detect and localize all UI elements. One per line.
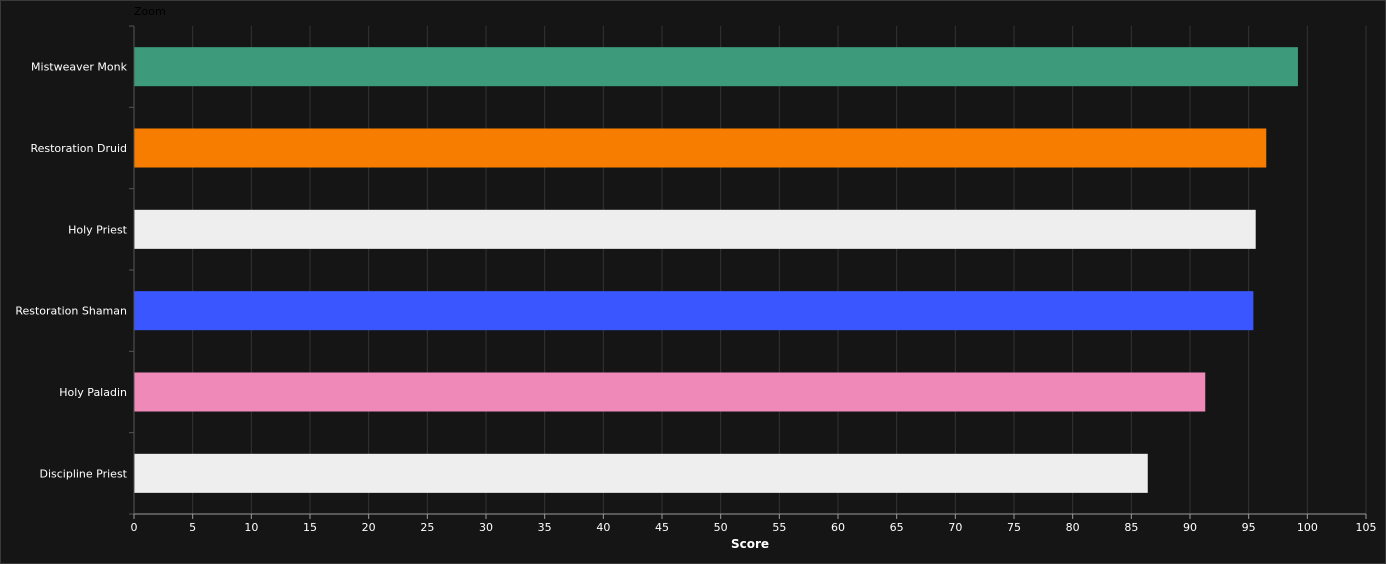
x-tick-label: 45 [655, 521, 669, 534]
x-tick-label: 105 [1356, 521, 1377, 534]
x-axis: 0 5 10 15 20 25 30 35 40 45 50 55 60 65 70 75 80 85 90 95 10… [131, 513, 1377, 534]
x-tick-label: 80 [1066, 521, 1080, 534]
x-tick-label: 25 [420, 521, 434, 534]
bar[interactable] [134, 453, 1148, 493]
x-tick-label: 50 [714, 521, 728, 534]
bars [134, 47, 1298, 493]
bar[interactable] [134, 47, 1298, 87]
x-tick-label: 0 [131, 521, 138, 534]
x-tick-label: 85 [1124, 521, 1138, 534]
y-tick-label: Restoration Shaman [15, 305, 127, 318]
y-tick-label: Holy Priest [68, 223, 128, 236]
y-axis: Mistweaver Monk Restoration Druid Holy Pri… [15, 25, 135, 515]
x-tick-label: 10 [244, 521, 258, 534]
x-tick-label: 60 [831, 521, 845, 534]
x-tick-label: 95 [1242, 521, 1256, 534]
x-tick-label: 30 [479, 521, 493, 534]
x-tick-label: 65 [890, 521, 904, 534]
y-tick-label: Mistweaver Monk [31, 61, 128, 74]
x-tick-label: 40 [596, 521, 610, 534]
x-tick-label: 35 [538, 521, 552, 534]
bar[interactable] [134, 372, 1206, 412]
bar-chart: Mistweaver Monk Restoration Druid Holy Pri… [15, 25, 1377, 551]
x-axis-title: Score [731, 537, 769, 551]
x-tick-label: 70 [948, 521, 962, 534]
y-tick-label: Holy Paladin [59, 386, 127, 399]
y-tick-label: Discipline Priest [39, 467, 127, 480]
bar[interactable] [134, 291, 1254, 331]
grid-lines [192, 26, 1367, 514]
x-tick-label: 90 [1183, 521, 1197, 534]
x-tick-label: 55 [772, 521, 786, 534]
x-tick-label: 75 [1007, 521, 1021, 534]
y-tick-label: Restoration Druid [30, 142, 127, 155]
x-tick-label: 100 [1297, 521, 1318, 534]
x-tick-label: 20 [362, 521, 376, 534]
x-tick-label: 15 [303, 521, 317, 534]
chart-frame: Zoom Mistweaver Monk Restoration Druid Hol… [0, 0, 1386, 564]
bar[interactable] [134, 128, 1267, 168]
bar[interactable] [134, 209, 1256, 249]
x-tick-label: 5 [189, 521, 196, 534]
